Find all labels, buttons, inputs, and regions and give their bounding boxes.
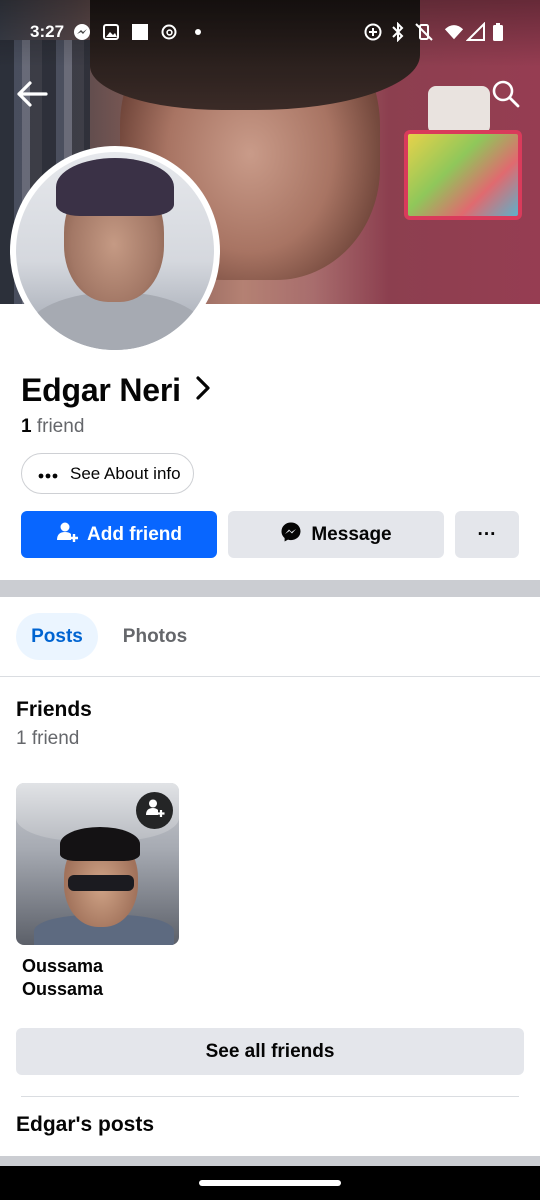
add-person-icon: [56, 521, 78, 549]
friends-section-title: Friends: [16, 698, 92, 721]
chevron-right-icon: [195, 375, 211, 406]
tabs-divider: [0, 676, 540, 677]
message-label: Message: [311, 523, 392, 545]
friend-count-label: friend: [36, 416, 85, 437]
status-bar: 3:27: [0, 18, 540, 48]
avatar: [16, 152, 214, 350]
profile-picture[interactable]: [10, 146, 220, 356]
tab-photos[interactable]: Photos: [106, 613, 204, 660]
profile-name: Edgar Neri: [21, 371, 181, 408]
bottom-divider: [0, 1156, 540, 1166]
friend-name[interactable]: Oussama Oussama: [22, 955, 172, 1001]
message-button[interactable]: Message: [228, 511, 444, 558]
see-about-info-label: See About info: [70, 463, 181, 483]
friend-count-number: 1: [21, 416, 32, 437]
add-friend-badge-button[interactable]: [136, 792, 173, 829]
gallery-icon: [101, 22, 121, 42]
threads-icon: [159, 22, 179, 42]
data-saver-icon: [363, 22, 383, 42]
see-all-friends-button[interactable]: See all friends: [16, 1028, 524, 1075]
battery-icon: [488, 22, 508, 42]
friends-section-subtitle: 1 friend: [16, 728, 80, 749]
status-time: 3:27: [30, 22, 65, 41]
add-person-icon: [145, 798, 165, 823]
tab-posts[interactable]: Posts: [16, 613, 98, 660]
messenger-icon: [280, 521, 302, 549]
back-arrow-icon: [16, 80, 48, 113]
more-label: ···: [477, 523, 497, 545]
messenger-icon: [72, 22, 92, 42]
vibrate-off-icon: [414, 22, 434, 42]
posts-section-title: Edgar's posts: [16, 1113, 155, 1136]
add-friend-button[interactable]: Add friend: [21, 511, 217, 558]
profile-name-row[interactable]: Edgar Neri: [21, 370, 211, 410]
posts-divider: [21, 1096, 519, 1097]
friend-photo-sunglasses: [68, 875, 134, 891]
signal-icon: [466, 22, 486, 42]
square-icon: [130, 22, 150, 42]
wifi-icon: [444, 22, 464, 42]
more-dots-icon: [38, 464, 58, 484]
bluetooth-icon: [388, 22, 408, 42]
search-icon: [491, 79, 521, 114]
section-divider: [0, 580, 540, 597]
see-about-info-button[interactable]: See About info: [21, 453, 194, 494]
search-button[interactable]: [486, 76, 526, 116]
friend-photo-hair: [60, 827, 140, 861]
add-friend-label: Add friend: [87, 523, 182, 545]
avatar-hair: [56, 158, 174, 216]
home-gesture-handle[interactable]: [199, 1180, 341, 1186]
back-button[interactable]: [12, 76, 52, 116]
profile-friend-count[interactable]: 1 friend: [21, 416, 84, 438]
dot-icon: [188, 22, 208, 42]
more-options-button[interactable]: ···: [455, 511, 519, 558]
